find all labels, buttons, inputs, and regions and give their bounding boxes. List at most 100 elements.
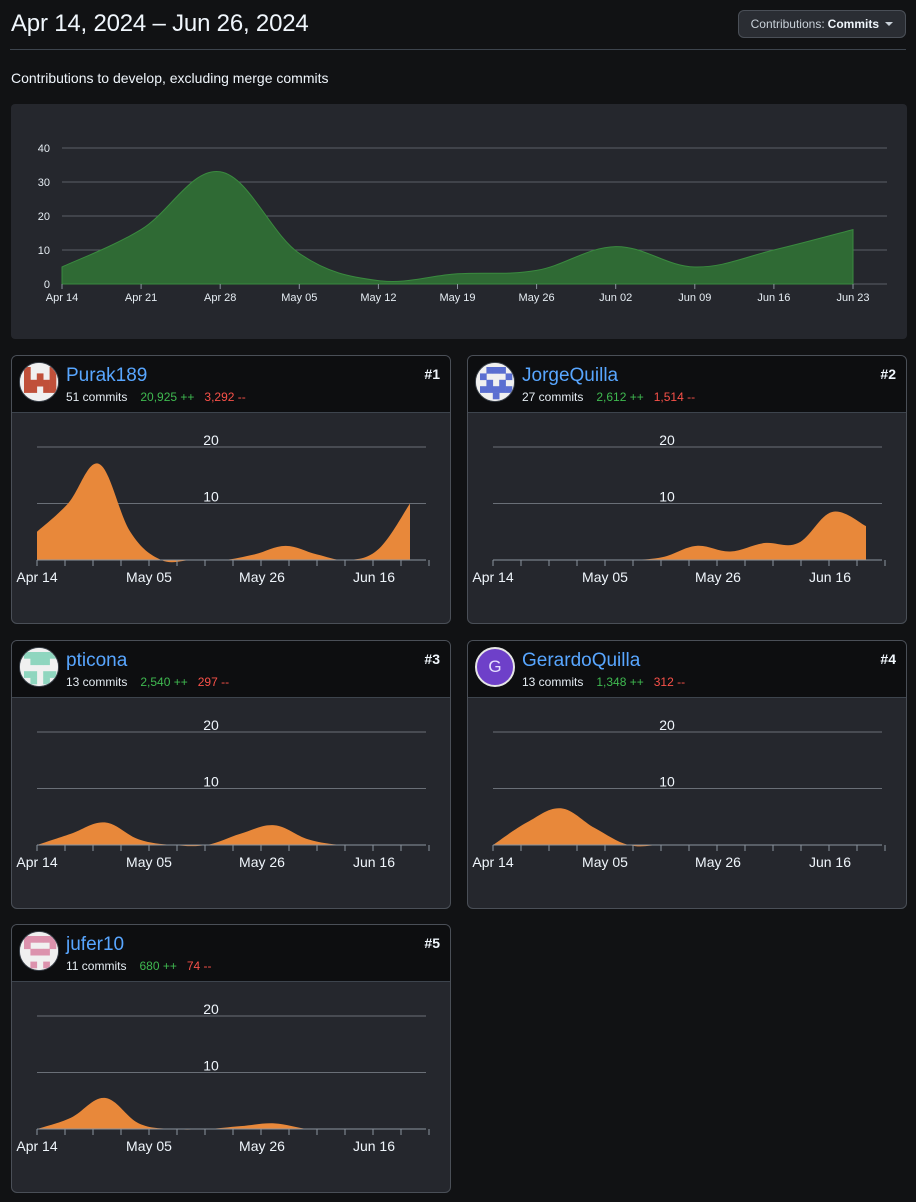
additions-count: 1,348 ++: [596, 675, 644, 689]
contributor-stats: 51 commits 20,925 ++ 3,292 --: [66, 390, 246, 404]
contributor-username-link[interactable]: GerardoQuilla: [522, 650, 640, 672]
mini-area-series: [493, 808, 866, 847]
additions-count: 2,540 ++: [140, 675, 188, 689]
mini-x-tick-label: Jun 16: [353, 1138, 395, 1154]
contributor-card: pticona 13 commits 2,540 ++ 297 -- #3 10 20 Apr…: [11, 640, 451, 909]
contributor-rank: #4: [880, 651, 896, 667]
contributor-username-link[interactable]: JorgeQuilla: [522, 365, 618, 387]
main-y-tick-label: 20: [38, 211, 50, 223]
avatar[interactable]: [19, 362, 59, 402]
commit-count-link[interactable]: 13 commits: [66, 675, 127, 689]
contributor-card-header: G GerardoQuilla 13 commits 1,348 ++ 312 -- #4: [468, 641, 906, 698]
mini-x-tick-label: May 26: [239, 569, 285, 585]
contributor-username-link[interactable]: Purak189: [66, 365, 147, 387]
mini-x-tick-label: Jun 16: [809, 569, 851, 585]
avatar[interactable]: [475, 362, 515, 402]
mini-x-tick-label: Jun 16: [353, 569, 395, 585]
main-x-tick-label: May 12: [360, 292, 396, 304]
mini-x-tick-label: Apr 14: [16, 569, 57, 585]
mini-y-tick-label: 10: [659, 489, 675, 505]
mini-area-series: [493, 511, 866, 561]
main-x-tick-label: Jun 16: [757, 292, 790, 304]
contributor-rank: #5: [424, 935, 440, 951]
mini-x-tick-label: May 26: [239, 1138, 285, 1154]
additions-count: 680 ++: [139, 959, 177, 973]
mini-x-tick-label: Apr 14: [472, 569, 513, 585]
contributor-stats: 27 commits 2,612 ++ 1,514 --: [522, 390, 695, 404]
contributor-rank: #3: [424, 651, 440, 667]
main-x-tick-label: Jun 23: [836, 292, 869, 304]
mini-x-tick-label: Jun 16: [809, 854, 851, 870]
contributor-stats: 13 commits 1,348 ++ 312 --: [522, 675, 685, 689]
chart-subtitle: Contributions to develop, excluding merg…: [11, 70, 329, 86]
commit-count-link[interactable]: 13 commits: [522, 675, 583, 689]
contributor-card: JorgeQuilla 27 commits 2,612 ++ 1,514 -- #2 1…: [467, 355, 907, 624]
contributor-username-link[interactable]: pticona: [66, 650, 127, 672]
main-area-series: [61, 171, 854, 285]
mini-x-tick-label: May 26: [695, 854, 741, 870]
contributor-chart: 10 20 Apr 14 May 05 May 26 Jun 16: [16, 1001, 430, 1154]
contributor-card: G GerardoQuilla 13 commits 1,348 ++ 312 -- #4…: [467, 640, 907, 909]
main-y-tick-label: 10: [38, 245, 50, 257]
mini-area-series: [37, 463, 410, 563]
mini-x-tick-label: May 05: [126, 569, 172, 585]
mini-area-series: [37, 822, 410, 847]
avatar-letter: G: [488, 657, 502, 676]
main-y-tick-label: 40: [38, 143, 50, 155]
deletions-count: 3,292 --: [204, 390, 246, 404]
mini-x-tick-label: May 26: [695, 569, 741, 585]
contributor-card: Purak189 51 commits 20,925 ++ 3,292 -- #1 10 2…: [11, 355, 451, 624]
contributor-card-header: Purak189 51 commits 20,925 ++ 3,292 -- #1: [12, 356, 450, 413]
contributor-card-header: jufer10 11 commits 680 ++ 74 -- #5: [12, 925, 450, 982]
main-x-tick-label: Jun 09: [678, 292, 711, 304]
overall-contributions-chart: 0 10 20 30 40 Apr 14 Apr 21 Apr 28 May 05 May 12 M…: [11, 104, 907, 339]
mini-x-tick-label: May 05: [126, 1138, 172, 1154]
mini-x-tick-label: May 05: [582, 569, 628, 585]
mini-x-tick-label: Apr 14: [16, 1138, 57, 1154]
mini-y-tick-label: 20: [203, 432, 219, 448]
contributor-card-header: pticona 13 commits 2,540 ++ 297 -- #3: [12, 641, 450, 698]
contributor-card-header: JorgeQuilla 27 commits 2,612 ++ 1,514 -- #2: [468, 356, 906, 413]
page-header: Apr 14, 2024 – Jun 26, 2024 Contribution…: [10, 0, 906, 50]
mini-y-tick-label: 10: [203, 489, 219, 505]
deletions-count: 74 --: [186, 959, 212, 973]
commit-count-link[interactable]: 27 commits: [522, 390, 583, 404]
contributor-username-link[interactable]: jufer10: [66, 934, 124, 956]
overall-chart-svg: 0 10 20 30 40 Apr 14 Apr 21 Apr 28 May 05 May 12 M…: [38, 143, 887, 304]
mini-y-tick-label: 20: [659, 432, 675, 448]
contributions-type-dropdown[interactable]: Contributions: Commits: [737, 10, 906, 38]
main-x-tick-label: Apr 21: [125, 292, 157, 304]
main-x-tick-label: Jun 02: [599, 292, 632, 304]
avatar[interactable]: [19, 647, 59, 687]
additions-count: 2,612 ++: [596, 390, 644, 404]
mini-y-tick-label: 20: [203, 717, 219, 733]
deletions-count: 312 --: [653, 675, 686, 689]
main-x-tick-label: May 19: [439, 292, 475, 304]
mini-x-tick-label: Apr 14: [472, 854, 513, 870]
avatar[interactable]: G: [475, 647, 515, 687]
mini-y-tick-label: 20: [659, 717, 675, 733]
contributor-chart: 10 20 Apr 14 May 05 May 26 Jun 16: [472, 432, 886, 585]
main-x-tick-label: Apr 14: [46, 292, 78, 304]
contributor-chart: 10 20 Apr 14 May 05 May 26 Jun 16: [16, 432, 430, 585]
mini-area-series: [37, 1097, 410, 1130]
mini-x-tick-label: May 26: [239, 854, 285, 870]
main-x-tick-label: May 26: [519, 292, 555, 304]
contrib-button-prefix: Contributions:: [750, 17, 825, 31]
commit-count-link[interactable]: 51 commits: [66, 390, 127, 404]
commit-count-link[interactable]: 11 commits: [66, 959, 126, 973]
deletions-count: 1,514 --: [653, 390, 696, 404]
additions-count: 20,925 ++: [140, 390, 195, 404]
contributor-stats: 13 commits 2,540 ++ 297 --: [66, 675, 229, 689]
mini-y-tick-label: 10: [203, 1058, 219, 1074]
contributor-stats: 11 commits 680 ++ 74 --: [66, 959, 212, 973]
main-x-tick-label: May 05: [281, 292, 317, 304]
mini-x-tick-label: Jun 16: [353, 854, 395, 870]
contributor-chart: 10 20 Apr 14 May 05 May 26 Jun 16: [472, 717, 886, 870]
mini-y-tick-label: 20: [203, 1001, 219, 1017]
main-x-tick-label: Apr 28: [204, 292, 236, 304]
date-range-title: Apr 14, 2024 – Jun 26, 2024: [11, 10, 309, 37]
mini-y-tick-label: 10: [203, 774, 219, 790]
mini-x-tick-label: May 05: [582, 854, 628, 870]
avatar[interactable]: [19, 931, 59, 971]
